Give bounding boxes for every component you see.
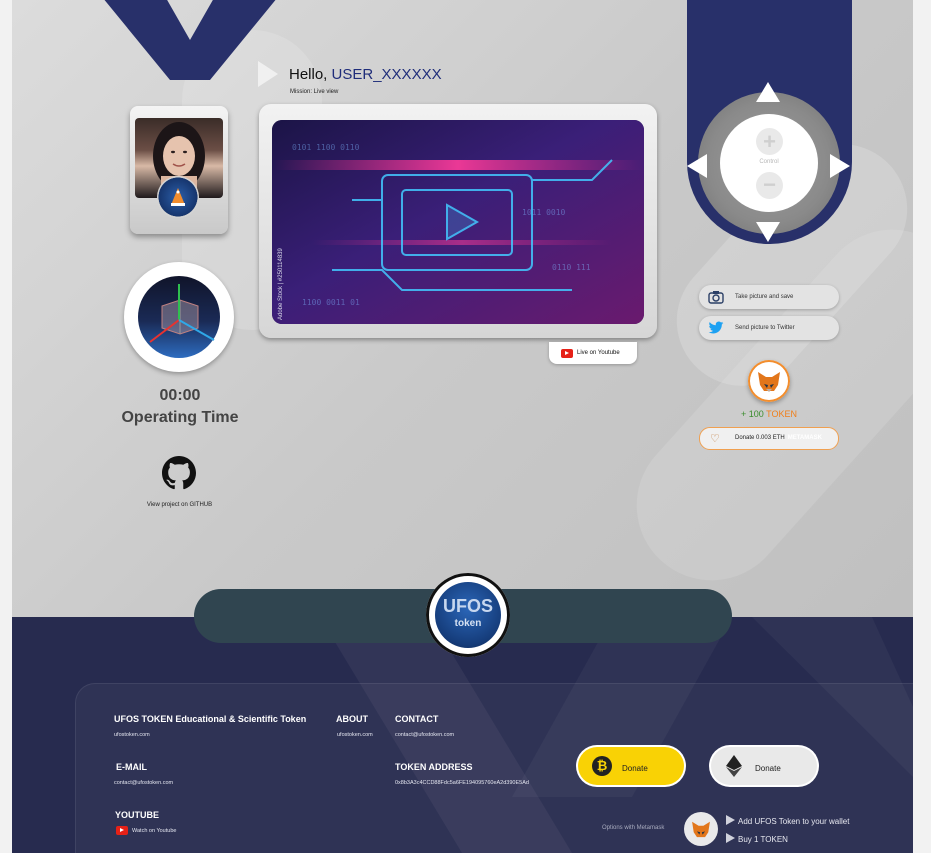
metamask-options-label: Options with Metamask bbox=[602, 825, 665, 831]
take-picture-label: Take picture and save bbox=[735, 294, 794, 300]
mission-label: Mission: Live view bbox=[290, 89, 339, 95]
bitcoin-icon: ₿ bbox=[592, 756, 612, 776]
cube-icon bbox=[138, 276, 220, 358]
footer-title: UFOS TOKEN Educational & Scientific Toke… bbox=[114, 714, 307, 724]
buy-token-label: Buy 1 TOKEN bbox=[738, 835, 788, 844]
github-icon[interactable] bbox=[162, 456, 196, 490]
ethereum-icon bbox=[726, 755, 742, 777]
zoom-out-button[interactable]: − bbox=[756, 172, 783, 199]
operating-timer: 00:00 Operating Time bbox=[112, 387, 248, 427]
play-icon bbox=[258, 61, 278, 87]
control-label: Control bbox=[759, 159, 779, 165]
live-video-screen[interactable]: 0101 1100 0110 1011 0010 0110 111 1100 0… bbox=[272, 120, 644, 324]
token-address-value: 0x8b3A3c4CCD88Fdc5a6FE194095760eA2d390E5… bbox=[395, 780, 529, 786]
arrow-up-icon[interactable] bbox=[756, 82, 780, 102]
zoom-control: + Control − bbox=[720, 114, 818, 212]
metamask-label: METAMASK bbox=[787, 435, 822, 441]
donate-eth-label: Donate 0.003 ETH bbox=[735, 435, 785, 441]
arrow-down-icon[interactable] bbox=[756, 222, 780, 242]
youtube-icon bbox=[561, 349, 573, 358]
about-link[interactable]: ufostoken.com bbox=[337, 732, 373, 738]
about-heading: ABOUT bbox=[336, 714, 368, 724]
add-token-to-wallet-link[interactable]: Add UFOS Token to your wallet bbox=[726, 815, 849, 826]
donate-bitcoin-label: Donate bbox=[622, 764, 648, 773]
add-token-label: Add UFOS Token to your wallet bbox=[738, 817, 850, 826]
camera-icon bbox=[708, 291, 724, 304]
token-reward: + 100 TOKEN bbox=[702, 409, 836, 419]
donate-ethereum-label: Donate bbox=[755, 764, 781, 773]
token-address-heading: TOKEN ADDRESS bbox=[395, 762, 473, 772]
reward-unit: TOKEN bbox=[766, 409, 797, 419]
svg-text:0101 1100 0110: 0101 1100 0110 bbox=[292, 143, 360, 152]
zoom-in-button[interactable]: + bbox=[756, 128, 783, 155]
live-view-monitor: 0101 1100 0110 1011 0010 0110 111 1100 0… bbox=[259, 104, 657, 338]
youtube-icon bbox=[116, 826, 128, 835]
ufos-token-logo: UFOS token bbox=[426, 573, 510, 657]
play-icon bbox=[726, 833, 735, 843]
donate-bitcoin-button[interactable]: ₿ Donate bbox=[578, 747, 684, 785]
heart-icon: ♡ bbox=[710, 433, 720, 445]
reward-plus: + bbox=[741, 409, 747, 419]
username: USER_XXXXXX bbox=[331, 66, 442, 83]
direction-pad: + Control − bbox=[698, 92, 840, 234]
logo-text-bottom: token bbox=[454, 618, 482, 629]
timer-value: 00:00 bbox=[159, 387, 201, 404]
github-link[interactable]: View project on GITHUB bbox=[122, 502, 237, 508]
user-badge bbox=[130, 106, 228, 234]
svg-text:1011 0010: 1011 0010 bbox=[522, 208, 566, 217]
footer-site-link[interactable]: ufostoken.com bbox=[114, 732, 150, 738]
live-on-youtube-label: Live on Youtube bbox=[577, 350, 620, 356]
email-link[interactable]: contact@ufostoken.com bbox=[114, 780, 173, 786]
stock-watermark: Adobe Stock | #250114839 bbox=[278, 247, 284, 320]
logo-text-top: UFOS bbox=[442, 596, 493, 616]
svg-text:1100 0011 01: 1100 0011 01 bbox=[302, 298, 360, 307]
robot-3d-view[interactable] bbox=[124, 262, 234, 372]
greeting-text: Hello, bbox=[289, 66, 328, 83]
ufos-badge-logo bbox=[157, 176, 199, 218]
arrow-right-icon[interactable] bbox=[830, 154, 850, 178]
watch-on-youtube-label: Watch on Youtube bbox=[132, 828, 177, 834]
timer-label: Operating Time bbox=[121, 409, 239, 426]
donate-eth-metamask-button[interactable]: ♡ Donate 0.003 ETH METAMASK bbox=[699, 427, 839, 450]
page: 00:00 Operating Time View project on GIT… bbox=[12, 0, 913, 853]
svg-text:0110 111: 0110 111 bbox=[552, 263, 591, 272]
email-heading: E-MAIL bbox=[116, 762, 147, 772]
contact-heading: CONTACT bbox=[395, 714, 439, 724]
metamask-fox-icon[interactable] bbox=[748, 360, 790, 402]
greeting: Hello, USER_XXXXXX bbox=[289, 66, 442, 83]
metamask-fox-icon bbox=[684, 812, 718, 846]
take-picture-button[interactable]: Take picture and save bbox=[699, 285, 839, 309]
send-to-twitter-label: Send picture to Twitter bbox=[735, 325, 795, 331]
arrow-left-icon[interactable] bbox=[687, 154, 707, 178]
donate-ethereum-button[interactable]: Donate bbox=[711, 747, 817, 785]
youtube-heading: YOUTUBE bbox=[115, 810, 160, 820]
send-to-twitter-button[interactable]: Send picture to Twitter bbox=[699, 316, 839, 340]
reward-amount: 100 bbox=[748, 409, 764, 419]
twitter-icon bbox=[708, 321, 724, 334]
contact-email-link[interactable]: contact@ufostoken.com bbox=[395, 732, 454, 738]
live-on-youtube-button[interactable]: Live on Youtube bbox=[549, 342, 637, 364]
buy-token-link[interactable]: Buy 1 TOKEN bbox=[726, 833, 788, 844]
play-icon bbox=[726, 815, 735, 825]
